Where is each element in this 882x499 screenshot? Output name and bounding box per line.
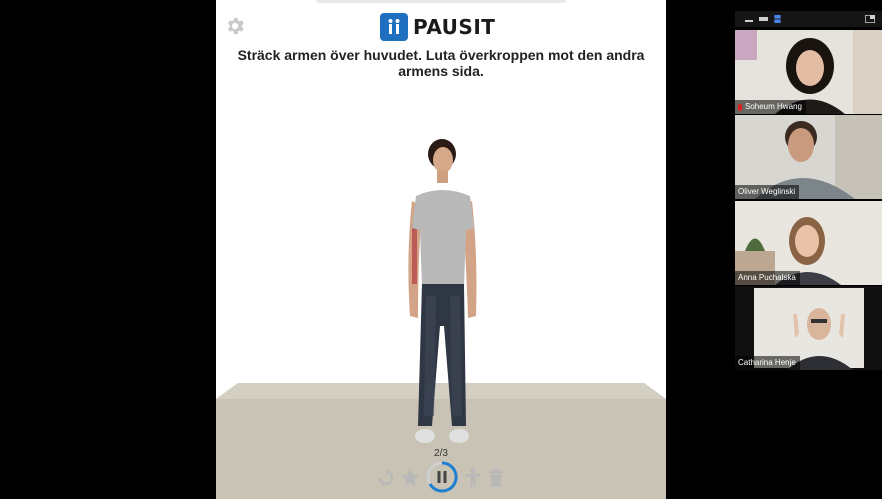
exercise-progress: 2/3 [434,448,448,459]
playback-controls [374,460,508,494]
pause-icon [437,471,441,483]
participant-name-tag: Catharina Henje [735,356,800,370]
pausit-logo-text: PAUSIT [413,15,496,39]
participant-tile[interactable]: Oliver Weglinski [735,115,882,199]
window-top-edge [316,0,566,3]
gear-icon[interactable] [224,15,246,37]
pausit-app-window: PAUSIT Sträck armen över huvudet. Luta ö… [216,0,666,499]
replay-icon[interactable] [377,469,395,487]
participant-name-tag: Oliver Weglinski [735,185,800,199]
person-icon[interactable] [464,468,482,488]
exercise-avatar [408,139,477,443]
exit-fullscreen-icon[interactable] [865,15,875,23]
participant-name: Catharina Henje [738,358,796,367]
gallery-view-icon[interactable] [774,15,781,23]
gallery-toolbar [735,11,882,27]
pausit-logo-mark [380,13,408,41]
trash-icon[interactable] [488,468,504,488]
exercise-instruction: Sträck armen över huvudet. Luta överkrop… [237,47,645,79]
pausit-logo: PAUSIT [380,12,495,42]
star-icon[interactable] [400,468,420,488]
participant-tile[interactable]: Soheum Hwang [735,30,882,114]
mic-muted-icon [738,103,742,111]
participant-name: Soheum Hwang [745,102,802,111]
participant-name: Anna Puchalska [738,273,796,282]
participant-name-tag: Anna Puchalska [735,271,800,285]
participant-tile-active-speaker[interactable]: Catharina Henje [735,286,882,370]
strip-view-icon[interactable] [759,15,768,23]
pause-button[interactable] [426,461,458,493]
participant-tile[interactable]: Anna Puchalska [735,201,882,285]
participant-name-tag: Soheum Hwang [735,100,806,114]
participant-name: Oliver Weglinski [738,187,796,196]
minimize-icon[interactable] [745,15,753,23]
